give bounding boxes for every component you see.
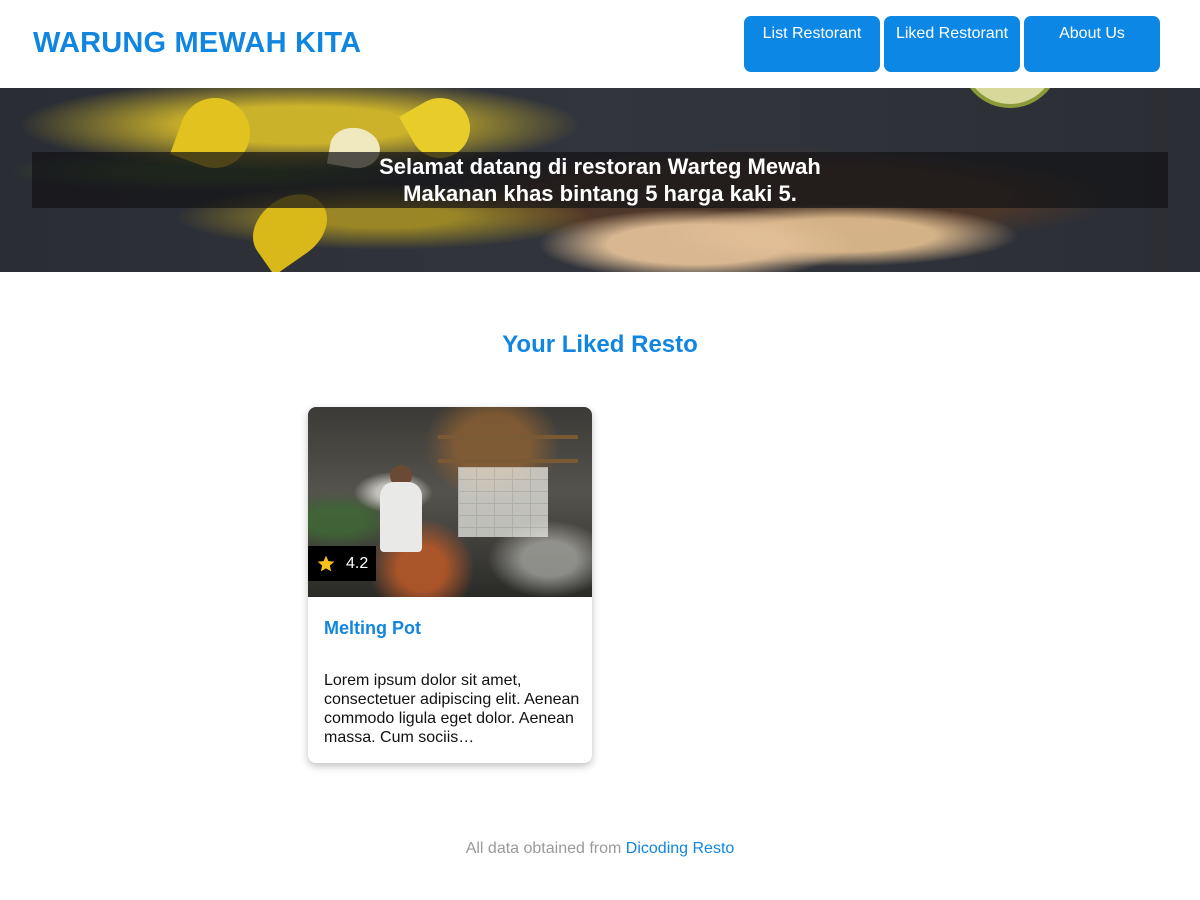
hero-welcome-line: Selamat datang di restoran Warteg Mewah	[379, 154, 821, 179]
nav-list-restorant-button[interactable]: List Restorant	[744, 16, 880, 72]
restaurant-description: Lorem ipsum dolor sit amet, consectetuer…	[324, 672, 580, 746]
footer: All data obtained from Dicoding Resto	[0, 840, 1200, 858]
lemon-slice-decoration	[960, 88, 1060, 108]
tile-wall-decoration	[458, 467, 548, 537]
rating-badge: 4.2	[308, 546, 376, 581]
nav-about-us-button[interactable]: About Us	[1024, 16, 1160, 72]
main-nav: List Restorant Liked Restorant About Us	[744, 16, 1160, 72]
brand-title: WARUNG MEWAH KITA	[33, 27, 362, 59]
restaurant-image: 4.2	[308, 407, 592, 597]
shelf-decoration	[438, 459, 578, 463]
page-title: Your Liked Resto	[502, 331, 698, 358]
rating-value: 4.2	[346, 554, 369, 572]
hero-welcome-banner: Selamat datang di restoran Warteg Mewah …	[32, 152, 1168, 208]
nav-liked-restorant-button[interactable]: Liked Restorant	[884, 16, 1020, 72]
star-icon	[317, 555, 335, 571]
restaurant-card: 4.2 Melting Pot Lorem ipsum dolor sit am…	[308, 407, 592, 763]
shelf-decoration	[438, 435, 578, 439]
app-header: WARUNG MEWAH KITA List Restorant Liked R…	[0, 0, 1200, 88]
dicoding-resto-link[interactable]: Dicoding Resto	[626, 840, 735, 857]
hero-tagline: Makanan khas bintang 5 harga kaki 5.	[403, 181, 797, 206]
chef-figure	[380, 482, 422, 552]
hero-banner-image: Selamat datang di restoran Warteg Mewah …	[0, 88, 1200, 272]
footer-text: All data obtained from	[465, 840, 622, 857]
restaurant-name-link[interactable]: Melting Pot	[324, 618, 421, 639]
